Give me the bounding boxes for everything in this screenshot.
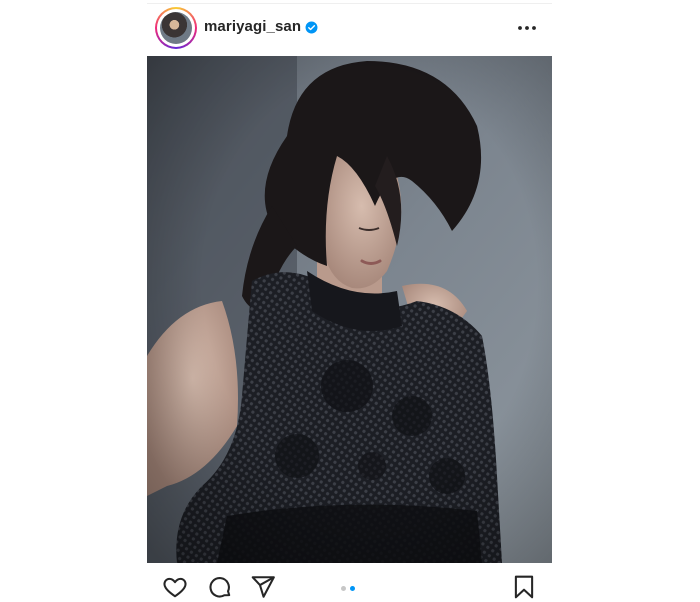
post-photo[interactable]	[147, 56, 552, 563]
post-header: mariyagi_san	[147, 4, 552, 54]
more-options-icon[interactable]	[515, 16, 539, 40]
instagram-post: mariyagi_san	[147, 3, 552, 601]
paper-plane-icon[interactable]	[250, 574, 276, 600]
heart-icon[interactable]	[162, 574, 188, 600]
comment-bubble-icon[interactable]	[207, 574, 233, 600]
username-link[interactable]: mariyagi_san	[204, 18, 301, 35]
avatar-photo	[160, 12, 192, 44]
carousel-dot-2-active	[350, 586, 355, 591]
carousel-indicator	[341, 586, 361, 592]
photo-artwork	[147, 56, 552, 563]
carousel-dot-1	[341, 586, 346, 591]
avatar[interactable]	[155, 7, 197, 49]
action-bar	[147, 566, 552, 602]
verified-badge-icon	[305, 21, 318, 34]
bookmark-icon[interactable]	[511, 574, 537, 600]
